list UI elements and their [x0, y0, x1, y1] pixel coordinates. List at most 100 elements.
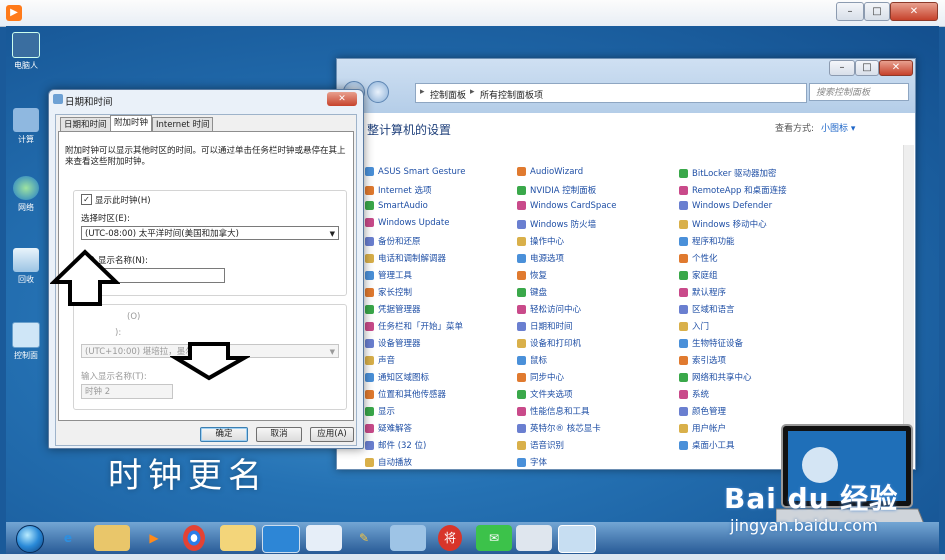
cp-item[interactable]: 电话和调制解调器 [365, 252, 446, 264]
control-panel-task-icon[interactable] [390, 525, 426, 551]
cp-item[interactable]: 系统 [679, 388, 709, 400]
cp-item[interactable]: BitLocker 驱动器加密 [679, 167, 777, 179]
cp-item[interactable]: 电源选项 [517, 252, 564, 264]
cp-item[interactable]: 设备和打印机 [517, 337, 581, 349]
cp-item[interactable]: 键盘 [517, 286, 547, 298]
cp-maximize-button[interactable]: □ [855, 60, 879, 76]
cp-item[interactable]: 轻松访问中心 [517, 303, 581, 315]
cp-item[interactable]: 鼠标 [517, 354, 547, 366]
cp-item[interactable]: Windows 防火墙 [517, 218, 596, 230]
desktop-icon-network[interactable]: 网络 [8, 176, 44, 213]
clock2-name-input[interactable]: 时钟 2 [81, 384, 173, 399]
minimize-button[interactable]: – [836, 2, 864, 21]
cp-item[interactable]: Windows Defender [679, 201, 772, 211]
cp-minimize-button[interactable]: – [829, 60, 855, 76]
cp-item[interactable]: 生物特征设备 [679, 337, 743, 349]
cp-item[interactable]: 网络和共享中心 [679, 371, 752, 383]
cp-item[interactable]: Windows Update [365, 218, 449, 228]
chess-game-icon[interactable]: 将 [438, 525, 462, 551]
chrome-icon[interactable] [183, 525, 205, 551]
cp-item[interactable]: 索引选项 [679, 354, 726, 366]
cp-item[interactable]: 自动播放 [365, 456, 412, 468]
cp-item-icon [517, 237, 526, 246]
cancel-button[interactable]: 取消 [256, 427, 302, 442]
address-bar[interactable]: ▸ 控制面板 ▸ 所有控制面板项 [415, 83, 807, 103]
cp-item[interactable]: 日期和时间 [517, 320, 573, 332]
cp-item-icon [679, 373, 688, 382]
cp-item[interactable]: 颜色管理 [679, 405, 726, 417]
desktop-icon-computer-person[interactable]: 电脑人 [8, 32, 44, 71]
cp-item[interactable]: 区域和语言 [679, 303, 735, 315]
cp-item[interactable]: 管理工具 [365, 269, 412, 281]
cp-item[interactable]: 家长控制 [365, 286, 412, 298]
apply-button[interactable]: 应用(A) [310, 427, 354, 442]
cp-item[interactable]: 备份和还原 [365, 235, 421, 247]
player-app-icon[interactable]: ▶ [6, 5, 22, 21]
paint-icon[interactable]: ✎ [346, 525, 382, 551]
cp-item[interactable]: 字体 [517, 456, 547, 468]
cp-item[interactable]: 凭据管理器 [365, 303, 421, 315]
cp-item[interactable]: 性能信息和工具 [517, 405, 590, 417]
ok-button[interactable]: 确定 [200, 427, 248, 442]
tab-date-time[interactable]: 日期和时间 [60, 117, 111, 132]
tab-internet-time[interactable]: Internet 时间 [152, 117, 214, 132]
cp-item[interactable]: 入门 [679, 320, 709, 332]
cp-item[interactable]: 恢复 [517, 269, 547, 281]
clock1-timezone-select[interactable]: (UTC-08:00) 太平洋时间(美国和加拿大) ▼ [81, 226, 339, 240]
cp-item[interactable]: 邮件 (32 位) [365, 439, 426, 451]
view-by-dropdown[interactable]: 小图标 ▾ [821, 121, 855, 134]
notes-icon[interactable] [220, 525, 256, 551]
cp-item[interactable]: SmartAudio [365, 201, 428, 211]
document-icon[interactable] [306, 525, 342, 551]
cp-item[interactable]: 文件夹选项 [517, 388, 573, 400]
cp-item-icon [679, 305, 688, 314]
start-button[interactable] [16, 525, 44, 553]
cp-item[interactable]: 任务栏和「开始」菜单 [365, 320, 463, 332]
cp-item[interactable]: 设备管理器 [365, 337, 421, 349]
cp-item[interactable]: ASUS Smart Gesture [365, 167, 465, 177]
cp-item[interactable]: 同步中心 [517, 371, 564, 383]
cp-item[interactable]: 个性化 [679, 252, 718, 264]
line-app-icon[interactable]: ✉ [476, 525, 512, 551]
cp-item[interactable]: 桌面小工具 [679, 439, 735, 451]
cp-item[interactable]: RemoteApp 和桌面连接 [679, 184, 787, 196]
browser-icon[interactable] [262, 525, 300, 553]
cp-item[interactable]: Windows CardSpace [517, 201, 616, 211]
search-input[interactable]: 搜索控制面板 [809, 83, 909, 101]
media-player-icon[interactable]: ▶ [136, 525, 172, 551]
cp-item[interactable]: Windows 移动中心 [679, 218, 767, 230]
explorer-folder-icon[interactable] [94, 525, 130, 551]
scrollbar[interactable] [903, 145, 914, 467]
maximize-button[interactable]: □ [864, 2, 890, 21]
desktop-icon-control-panel[interactable]: 控制面 [8, 322, 44, 361]
cp-item[interactable]: 用户帐户 [679, 422, 726, 434]
cp-close-button[interactable]: ✕ [879, 60, 913, 76]
cp-item[interactable]: 家庭组 [679, 269, 718, 281]
desktop-icon-recycle-bin[interactable]: 回收 [8, 248, 44, 285]
cp-item[interactable]: 程序和功能 [679, 235, 735, 247]
tab-additional-clocks[interactable]: 附加时钟 [110, 115, 153, 132]
internet-explorer-icon[interactable]: e [50, 525, 86, 551]
forward-button[interactable] [367, 81, 389, 103]
control-panel-active-icon[interactable] [558, 525, 596, 553]
desktop-icon-computer[interactable]: 计算 [8, 108, 44, 145]
breadcrumb-all-items[interactable]: 所有控制面板项 [480, 88, 543, 101]
show-clock1-checkbox[interactable]: ✓ [81, 194, 92, 205]
cp-item[interactable]: 显示 [365, 405, 395, 417]
cp-item[interactable]: 默认程序 [679, 286, 726, 298]
cp-item[interactable]: 通知区域图标 [365, 371, 429, 383]
close-button[interactable]: ✕ [890, 2, 938, 21]
cp-item[interactable]: 英特尔® 核芯显卡 [517, 422, 601, 434]
cp-item-icon [517, 254, 526, 263]
cp-item[interactable]: 疑难解答 [365, 422, 412, 434]
breadcrumb-control-panel[interactable]: 控制面板 [430, 88, 466, 101]
cp-item[interactable]: 位置和其他传感器 [365, 388, 446, 400]
window-icon[interactable] [516, 525, 552, 551]
cp-item[interactable]: 声音 [365, 354, 395, 366]
cp-item[interactable]: AudioWizard [517, 167, 583, 177]
cp-item[interactable]: 语音识别 [517, 439, 564, 451]
cp-item[interactable]: 操作中心 [517, 235, 564, 247]
cp-item[interactable]: NVIDIA 控制面板 [517, 184, 596, 196]
dialog-close-button[interactable]: ✕ [327, 92, 357, 106]
cp-item[interactable]: Internet 选项 [365, 184, 431, 196]
